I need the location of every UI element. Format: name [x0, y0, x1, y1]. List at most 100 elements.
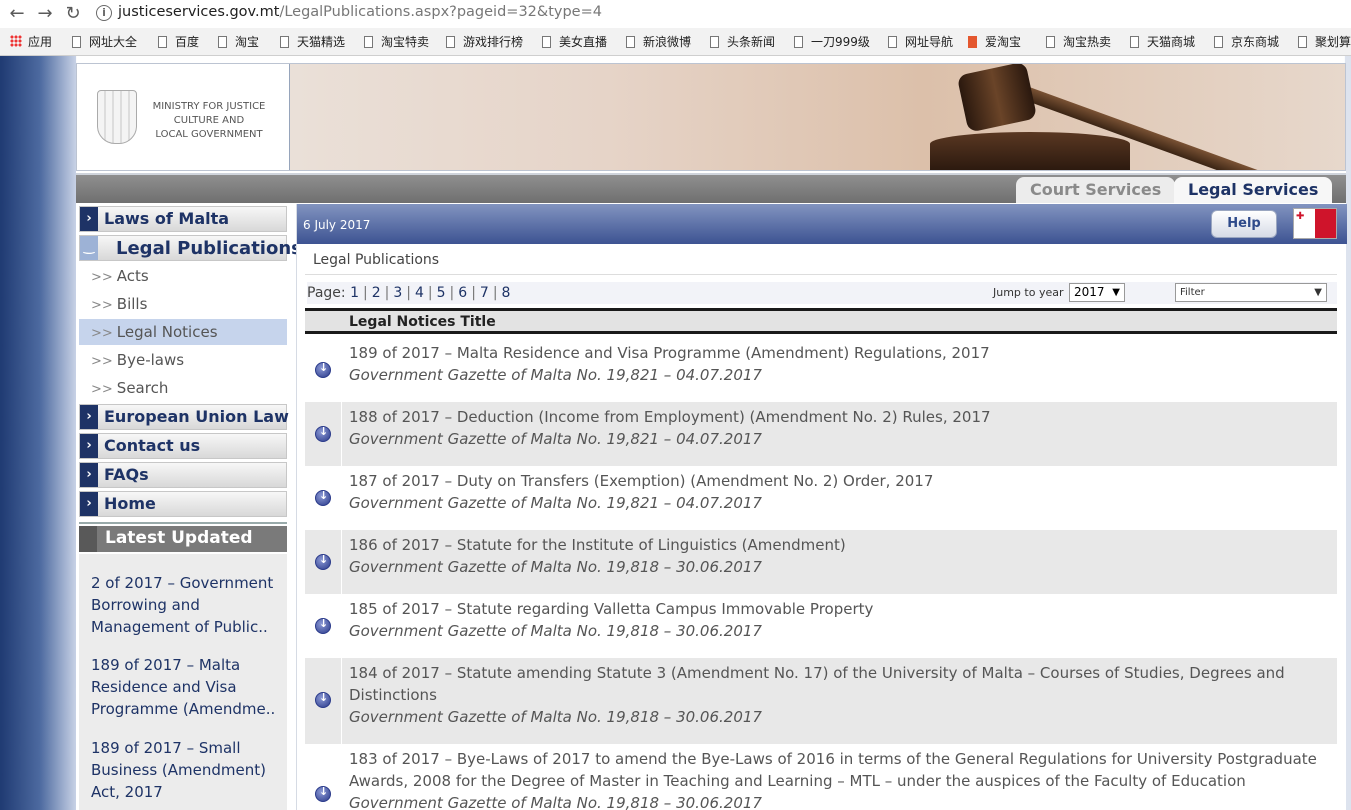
download-icon[interactable]: [315, 691, 331, 708]
date-bar: 6 July 2017 Help ✚: [297, 204, 1347, 244]
chevron-right-icon: ›: [80, 434, 98, 458]
url-field[interactable]: justiceservices.gov.mt/LegalPublications…: [118, 4, 602, 20]
latest-link[interactable]: 189 of 2017 – Small Business (Amendment)…: [91, 737, 281, 803]
apps-grid-icon: [10, 35, 22, 47]
header-banner-gavel: [289, 64, 1345, 170]
notice-title[interactable]: 185 of 2017 – Statute regarding Valletta…: [349, 598, 1329, 620]
bookmark[interactable]: 京东商城: [1214, 33, 1279, 50]
address-bar-row: ← → ↻ i justiceservices.gov.mt/LegalPubl…: [0, 0, 1351, 28]
notice-title[interactable]: 184 of 2017 – Statute amending Statute 3…: [349, 662, 1329, 706]
table-row[interactable]: 189 of 2017 – Malta Residence and Visa P…: [305, 338, 1337, 402]
page-icon: [446, 36, 455, 48]
notice-title[interactable]: 188 of 2017 – Deduction (Income from Emp…: [349, 406, 1329, 428]
chevron-down-icon: ‿: [80, 236, 98, 260]
page-link-5[interactable]: 5: [437, 285, 446, 301]
page-link-7[interactable]: 7: [480, 285, 489, 301]
tab-court-services[interactable]: Court Services: [1016, 177, 1176, 203]
back-icon[interactable]: ←: [6, 3, 28, 25]
page-link-1[interactable]: 1: [350, 285, 359, 301]
page-label: Page:: [307, 285, 346, 301]
bookmark[interactable]: 天猫商城: [1130, 33, 1195, 50]
double-chevron-icon: >>: [91, 298, 113, 313]
page-link-2[interactable]: 2: [372, 285, 381, 301]
main-content: 6 July 2017 Help ✚ Legal Publications Pa…: [296, 204, 1347, 810]
latest-link[interactable]: 189 of 2017 – Malta Residence and Visa P…: [91, 654, 281, 720]
bookmark[interactable]: 一刀999级: [794, 33, 870, 50]
tab-legal-services[interactable]: Legal Services: [1174, 177, 1333, 203]
notice-title[interactable]: 189 of 2017 – Malta Residence and Visa P…: [349, 342, 1329, 364]
table-row[interactable]: 188 of 2017 – Deduction (Income from Emp…: [305, 402, 1337, 466]
notice-title[interactable]: 186 of 2017 – Statute for the Institute …: [349, 534, 1329, 556]
sidebar-item-contact-us[interactable]: › Contact us: [79, 433, 287, 459]
table-row[interactable]: 184 of 2017 – Statute amending Statute 3…: [305, 658, 1337, 744]
bookmark-apps[interactable]: 应用: [10, 33, 52, 50]
gazette-reference: Government Gazette of Malta No. 19,818 –…: [349, 794, 762, 810]
forward-icon[interactable]: →: [34, 3, 56, 25]
sidebar-item-faqs[interactable]: › FAQs: [79, 462, 287, 488]
services-tabbar: Court Services Legal Services: [76, 173, 1346, 203]
bookmark[interactable]: 游戏排行榜: [446, 33, 523, 50]
page-link-4[interactable]: 4: [415, 285, 424, 301]
sidebar-sub-acts[interactable]: >> Acts: [79, 263, 287, 289]
filter-select[interactable]: Filter ▼: [1175, 283, 1327, 302]
table-row[interactable]: 185 of 2017 – Statute regarding Valletta…: [305, 594, 1337, 658]
sidebar-item-laws-of-malta[interactable]: › Laws of Malta: [79, 206, 287, 232]
bookmark[interactable]: 淘宝特卖: [364, 33, 429, 50]
download-icon[interactable]: [315, 489, 331, 506]
table-row[interactable]: 183 of 2017 – Bye-Laws of 2017 to amend …: [305, 744, 1337, 810]
help-button[interactable]: Help: [1211, 210, 1277, 238]
download-icon[interactable]: [315, 785, 331, 802]
page-icon: [1046, 36, 1055, 48]
url-path: /LegalPublications.aspx?pageid=32&type=4: [279, 4, 602, 20]
malta-flag-icon[interactable]: ✚: [1293, 208, 1337, 239]
table-row[interactable]: 186 of 2017 – Statute for the Institute …: [305, 530, 1337, 594]
bookmark[interactable]: 天猫精选: [280, 33, 345, 50]
sidebar-sub-legal-notices[interactable]: >> Legal Notices: [79, 319, 287, 345]
double-chevron-icon: >>: [91, 382, 113, 397]
gazette-reference: Government Gazette of Malta No. 19,818 –…: [349, 708, 762, 726]
sidebar-item-legal-publications[interactable]: ‿ Legal Publications: [79, 235, 302, 261]
download-icon[interactable]: [315, 617, 331, 634]
double-chevron-icon: >>: [91, 270, 113, 285]
sidebar-divider: [79, 522, 287, 524]
bookmarks-bar: 应用 网址大全 百度 淘宝 天猫精选 淘宝特卖 游戏排行榜 美女直播 新浪微博 …: [0, 30, 1351, 54]
bookmark[interactable]: 淘宝热卖: [1046, 33, 1111, 50]
table-header: Legal Notices Title: [305, 308, 1337, 334]
bookmark[interactable]: 美女直播: [542, 33, 607, 50]
bookmark[interactable]: 网址导航: [888, 33, 953, 50]
chevron-right-icon: ›: [80, 463, 98, 487]
reload-icon[interactable]: ↻: [62, 3, 84, 25]
chevron-right-icon: ›: [80, 405, 98, 429]
site-header: MINISTRY FOR JUSTICE CULTURE AND LOCAL G…: [76, 63, 1346, 171]
sidebar-sub-bye-laws[interactable]: >> Bye-laws: [79, 347, 287, 373]
notice-title[interactable]: 183 of 2017 – Bye-Laws of 2017 to amend …: [349, 748, 1329, 792]
page-link-8[interactable]: 8: [502, 285, 511, 301]
bookmark[interactable]: 聚划算: [1298, 33, 1351, 50]
sidebar-item-european-union-law[interactable]: › European Union Law: [79, 404, 289, 430]
site-info-icon[interactable]: i: [96, 5, 112, 21]
table-row[interactable]: 187 of 2017 – Duty on Transfers (Exempti…: [305, 466, 1337, 530]
download-icon[interactable]: [315, 425, 331, 442]
bookmark[interactable]: 爱淘宝: [968, 33, 1021, 50]
page-link-3[interactable]: 3: [393, 285, 402, 301]
latest-link[interactable]: 2 of 2017 – Government Borrowing and Man…: [91, 572, 281, 638]
page-link-6[interactable]: 6: [458, 285, 467, 301]
notice-title[interactable]: 187 of 2017 – Duty on Transfers (Exempti…: [349, 470, 1329, 492]
download-icon[interactable]: [315, 361, 331, 378]
column-header-title: Legal Notices Title: [349, 314, 496, 330]
ministry-logo[interactable]: MINISTRY FOR JUSTICE CULTURE AND LOCAL G…: [77, 64, 289, 170]
latest-updated-header: Latest Updated: [79, 526, 287, 552]
bookmark[interactable]: 网址大全: [72, 33, 137, 50]
sidebar-sub-bills[interactable]: >> Bills: [79, 291, 287, 317]
sidebar-item-home[interactable]: › Home: [79, 491, 287, 517]
breadcrumb-divider: [305, 274, 1337, 275]
double-chevron-icon: >>: [91, 354, 113, 369]
download-icon[interactable]: [315, 553, 331, 570]
bookmark[interactable]: 新浪微博: [626, 33, 691, 50]
sidebar-sub-search[interactable]: >> Search: [79, 375, 287, 401]
bookmark[interactable]: 头条新闻: [710, 33, 775, 50]
bookmark[interactable]: 百度: [158, 33, 199, 50]
sidebar: › Laws of Malta ‿ Legal Publications >> A…: [76, 204, 302, 810]
bookmark[interactable]: 淘宝: [218, 33, 259, 50]
year-select[interactable]: 2017 ▼: [1069, 283, 1125, 302]
